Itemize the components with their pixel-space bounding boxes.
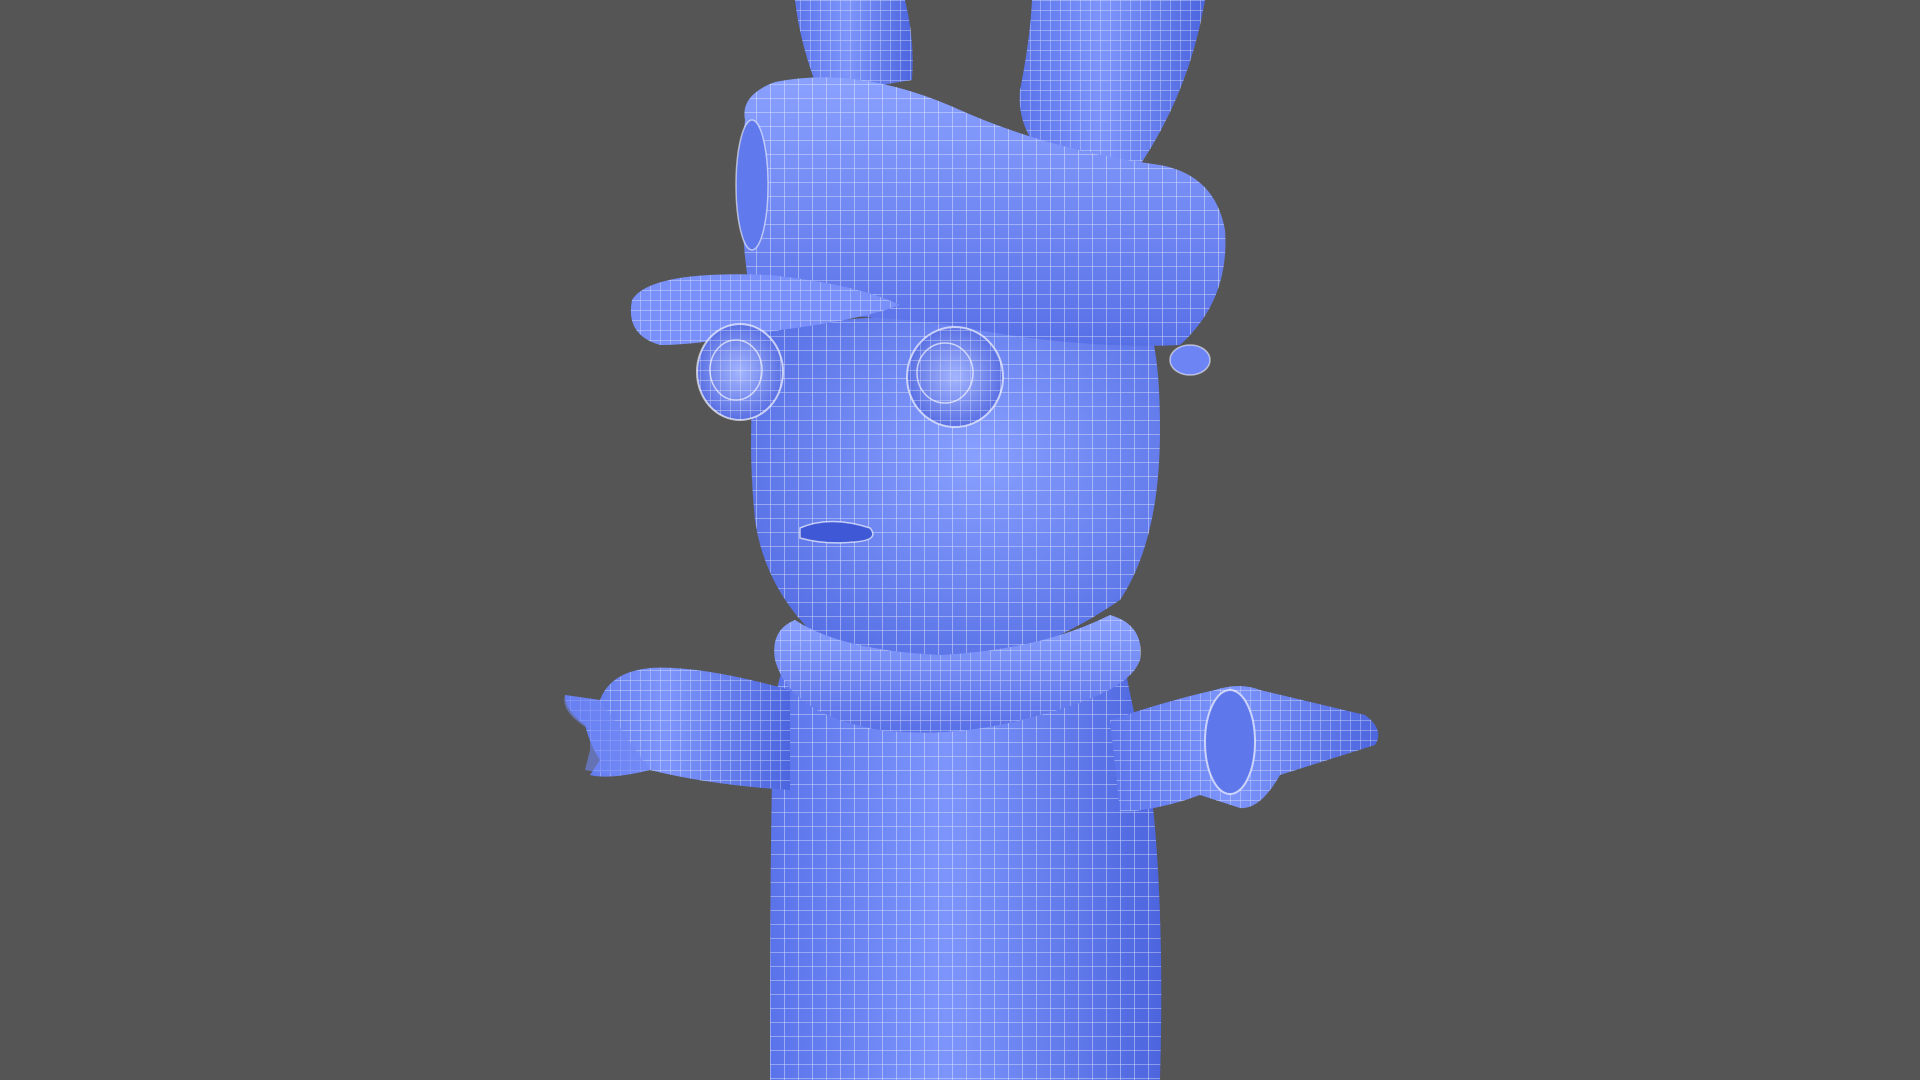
3d-viewport[interactable]: [0, 0, 1920, 1080]
render-canvas: [0, 0, 1920, 1080]
eye-left: [696, 323, 784, 421]
eye-right: [906, 326, 1004, 428]
